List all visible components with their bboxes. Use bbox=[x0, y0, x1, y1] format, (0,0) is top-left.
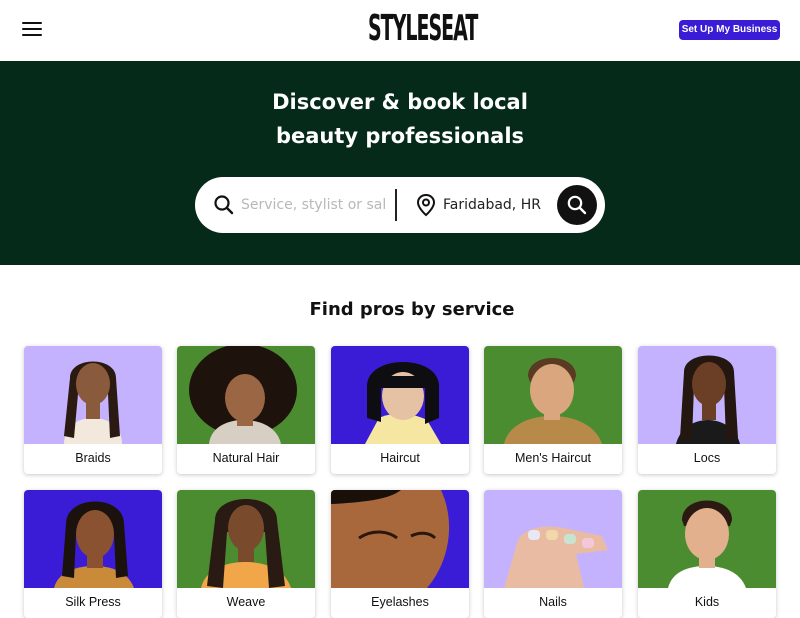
service-image bbox=[177, 490, 315, 588]
service-card-locs[interactable]: Locs bbox=[638, 346, 776, 474]
service-image bbox=[24, 346, 162, 444]
service-image bbox=[638, 490, 776, 588]
search-icon bbox=[213, 194, 235, 216]
search-submit-button[interactable] bbox=[557, 185, 597, 225]
service-label: Men's Haircut bbox=[514, 451, 592, 465]
service-label: Nails bbox=[539, 595, 567, 609]
service-image bbox=[484, 346, 622, 444]
service-label: Braids bbox=[75, 451, 111, 465]
service-label: Haircut bbox=[380, 451, 420, 465]
service-image bbox=[331, 490, 469, 588]
service-label: Kids bbox=[694, 595, 720, 609]
service-image bbox=[331, 346, 469, 444]
service-label: Silk Press bbox=[65, 595, 121, 609]
hero-title-line-1: Discover & book local bbox=[272, 90, 528, 114]
service-card-eyelashes[interactable]: Eyelashes bbox=[331, 490, 469, 618]
location-pin-icon bbox=[416, 193, 436, 217]
hamburger-menu-icon[interactable] bbox=[22, 20, 42, 38]
hero-title-line-2: beauty professionals bbox=[275, 124, 525, 148]
service-image bbox=[24, 490, 162, 588]
service-card-mens-haircut[interactable]: Men's Haircut bbox=[484, 346, 622, 474]
service-card-weave[interactable]: Weave bbox=[177, 490, 315, 618]
location-input[interactable] bbox=[443, 193, 543, 217]
service-card-silk-press[interactable]: Silk Press bbox=[24, 490, 162, 618]
service-image bbox=[638, 346, 776, 444]
set-up-my-business-button[interactable]: Set Up My Business bbox=[679, 20, 780, 40]
search-bar bbox=[195, 177, 605, 233]
service-card-haircut[interactable]: Haircut bbox=[331, 346, 469, 474]
section-title: Find pros by service bbox=[309, 299, 515, 320]
service-label: Natural Hair bbox=[212, 451, 280, 465]
service-search-input[interactable] bbox=[241, 193, 387, 217]
service-image bbox=[484, 490, 622, 588]
top-navigation-bar: STYLESEAT Set Up My Business bbox=[0, 0, 800, 61]
service-label: Eyelashes bbox=[371, 595, 429, 609]
search-icon bbox=[567, 195, 587, 215]
service-image bbox=[177, 346, 315, 444]
hero-title: Discover & book local beauty professiona… bbox=[0, 85, 800, 153]
service-card-braids[interactable]: Braids bbox=[24, 346, 162, 474]
search-divider bbox=[395, 189, 397, 221]
service-label: Weave bbox=[226, 595, 266, 609]
service-card-nails[interactable]: Nails bbox=[484, 490, 622, 618]
hero-section: Discover & book local beauty professiona… bbox=[0, 61, 800, 265]
service-card-natural-hair[interactable]: Natural Hair bbox=[177, 346, 315, 474]
service-card-kids[interactable]: Kids bbox=[638, 490, 776, 618]
service-label: Locs bbox=[693, 451, 721, 465]
